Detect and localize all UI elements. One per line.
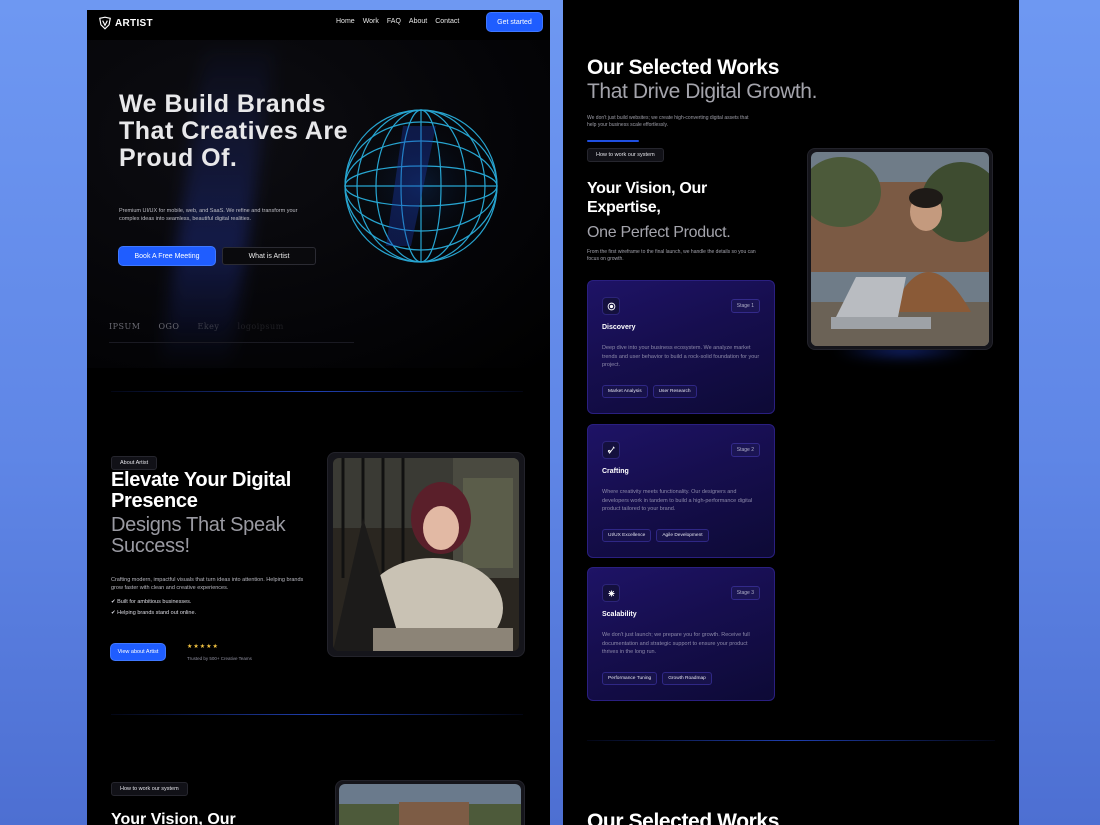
stage-tag: Performance Tuning — [602, 672, 658, 685]
about-title-secondary: Designs That Speak Success! — [111, 514, 286, 557]
works-description: We don't just build websites; we create … — [587, 115, 749, 128]
nav-links: Home Work FAQ About Contact — [336, 18, 459, 25]
hero-section: We Build Brands That Creatives Are Proud… — [87, 40, 550, 370]
partner-logo: logoipsum — [237, 322, 284, 331]
target-icon — [602, 297, 620, 315]
stage-tag: UI/UX Excellence — [602, 529, 652, 542]
man-laptop-photo-preview — [339, 784, 521, 825]
about-pill: About Artist — [111, 456, 158, 470]
section-divider — [111, 714, 523, 715]
check-item: ✔ Built for ambitious businesses. — [111, 599, 192, 605]
check-item-text: Helping brands stand out online. — [117, 610, 197, 616]
nav-link-work[interactable]: Work — [363, 18, 379, 25]
section-divider — [587, 740, 995, 741]
stage-description: Where creativity meets functionality. Ou… — [602, 489, 753, 512]
vision-title-preview: Your Vision, Our — [111, 811, 236, 825]
works-title: Our Selected Works — [587, 56, 779, 79]
accent-rule — [587, 140, 639, 142]
works-title-secondary: That Drive Digital Growth. — [587, 80, 818, 103]
stage-tag: Market Analysis — [602, 385, 648, 398]
nav-link-about[interactable]: About — [409, 18, 427, 25]
logos-divider — [109, 342, 354, 343]
vision-title-secondary: One Perfect Product. — [587, 224, 731, 241]
hero-title: We Build Brands That Creatives Are Proud… — [119, 90, 348, 172]
brand-logo[interactable]: ARTIST — [98, 16, 153, 30]
partner-logo: OGO — [158, 322, 180, 331]
vision-description: From the first wireframe to the final la… — [587, 249, 756, 262]
partner-logos: IPSUM OGO Ekey logoipsum — [109, 322, 284, 331]
system-pill: How to work our system — [587, 148, 664, 162]
get-started-button[interactable]: Get started — [487, 13, 542, 31]
hero-subtitle: Premium UI/UX for mobile, web, and SaaS.… — [119, 208, 298, 222]
system-pill: How to work our system — [111, 782, 188, 796]
brand-name: ARTIST — [115, 17, 153, 29]
stage-tags: UI/UX Excellence Agile Development — [602, 529, 709, 542]
partner-logo: Ekey — [197, 322, 220, 331]
woman-laptop-photo — [333, 458, 519, 651]
stage-tag: Agile Development — [656, 529, 709, 542]
stage-tags: Market Analysis User Research — [602, 385, 697, 398]
works-title-bottom: Our Selected Works — [587, 810, 779, 825]
check-item: ✔ Helping brands stand out online. — [111, 610, 197, 616]
stage-name: Scalability — [602, 611, 637, 618]
stage-badge: Stage 1 — [730, 299, 760, 313]
nav-link-faq[interactable]: FAQ — [387, 18, 401, 25]
book-meeting-button[interactable]: Book A Free Meeting — [119, 247, 215, 265]
stage-badge: Stage 3 — [730, 586, 760, 600]
rating-stars: ★★★★★ — [187, 644, 219, 650]
stage-name: Crafting — [602, 468, 629, 475]
landing-page-left: ARTIST Home Work FAQ About Contact Get s… — [87, 10, 550, 825]
top-nav: ARTIST Home Work FAQ About Contact Get s… — [87, 10, 550, 36]
vision-title: Your Vision, Our Expertise, — [587, 180, 707, 216]
stage-card-scalability: Stage 3 Scalability We don't just launch… — [587, 567, 775, 701]
stage-card-discovery: Stage 1 Discovery Deep dive into your bu… — [587, 280, 775, 414]
pen-icon — [602, 441, 620, 459]
check-item-text: Built for ambitious businesses. — [117, 599, 192, 605]
nav-link-contact[interactable]: Contact — [435, 18, 459, 25]
stage-tags: Performance Tuning Growth Roadmap — [602, 672, 712, 685]
what-is-artist-button[interactable]: What is Artist — [222, 247, 316, 265]
wireframe-globe-icon — [343, 108, 499, 264]
about-description: Crafting modern, impactful visuals that … — [111, 577, 304, 591]
man-laptop-photo — [811, 152, 989, 346]
stage-description: Deep dive into your business ecosystem. … — [602, 345, 760, 368]
section-divider — [111, 391, 523, 392]
landing-page-right: Our Selected Works That Drive Digital Gr… — [563, 0, 1019, 825]
about-title: Elevate Your Digital Presence — [111, 469, 291, 512]
view-about-button[interactable]: View about Artist — [111, 644, 165, 660]
growth-icon — [602, 584, 620, 602]
stage-tag: Growth Roadmap — [662, 672, 712, 685]
stage-name: Discovery — [602, 324, 636, 331]
stage-card-crafting: Stage 2 Crafting Where creativity meets … — [587, 424, 775, 558]
nav-link-home[interactable]: Home — [336, 18, 355, 25]
partner-logo: IPSUM — [109, 322, 141, 331]
stage-description: We don't just launch; we prepare you for… — [602, 632, 750, 655]
shield-logo-icon — [99, 16, 111, 30]
stage-tag: User Research — [652, 385, 697, 398]
trusted-text: Trusted by 500+ Creative Teams — [187, 656, 252, 661]
stage-badge: Stage 2 — [730, 443, 760, 457]
